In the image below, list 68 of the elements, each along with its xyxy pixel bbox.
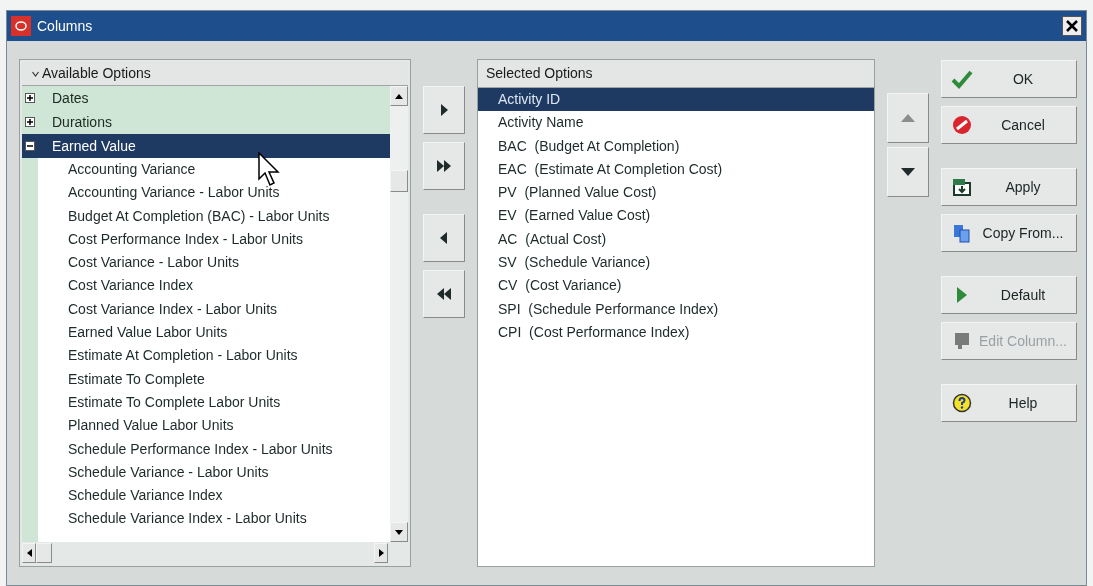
list-item[interactable]: SV (Schedule Variance) bbox=[478, 251, 874, 275]
window-title: Columns bbox=[37, 16, 94, 36]
tree-item[interactable]: Estimate To Complete bbox=[68, 367, 333, 391]
dialog-button[interactable]: Copy From... bbox=[941, 214, 1077, 252]
double-right-icon bbox=[435, 157, 453, 175]
tree-item[interactable]: Cost Variance - Labor Units bbox=[68, 251, 333, 275]
list-item[interactable]: CPI (Cost Performance Index) bbox=[478, 320, 874, 345]
tree-item[interactable]: Accounting Variance bbox=[68, 158, 333, 182]
tree-group-row[interactable]: Dates bbox=[22, 86, 390, 110]
collapse-icon[interactable] bbox=[25, 141, 35, 151]
dialog-button[interactable]: Help bbox=[941, 384, 1077, 422]
list-item[interactable]: EAC (Estimate At Completion Cost) bbox=[478, 157, 874, 182]
window-icon bbox=[952, 177, 972, 197]
no-entry-icon bbox=[952, 115, 972, 135]
dialog-button[interactable]: Default bbox=[941, 276, 1077, 314]
panel-header: Selected Options bbox=[486, 64, 593, 83]
help-icon bbox=[952, 393, 972, 413]
list-item[interactable]: CV (Cost Variance) bbox=[478, 274, 874, 298]
app-logo-icon bbox=[11, 16, 31, 36]
tree-item[interactable]: Budget At Completion (BAC) - Labor Units bbox=[68, 204, 333, 228]
tree-item[interactable]: Planned Value Labor Units bbox=[68, 414, 333, 438]
scroll-up-icon bbox=[395, 93, 403, 99]
list-item[interactable]: Activity ID bbox=[478, 88, 874, 112]
tree-item[interactable]: Cost Performance Index - Labor Units bbox=[68, 227, 333, 252]
dialog-button[interactable]: Apply bbox=[941, 168, 1077, 206]
tree-item[interactable]: Estimate At Completion - Labor Units bbox=[68, 344, 333, 368]
panel-header[interactable]: Available Options bbox=[42, 63, 151, 84]
list-item[interactable]: Activity Name bbox=[478, 111, 874, 135]
list-item[interactable]: EV (Earned Value Cost) bbox=[478, 204, 874, 228]
list-item[interactable]: AC (Actual Cost) bbox=[478, 227, 874, 252]
close-icon bbox=[1066, 20, 1078, 32]
tree-item[interactable]: Earned Value Labor Units bbox=[68, 321, 333, 345]
move-down-button[interactable] bbox=[887, 147, 929, 197]
list-item[interactable]: BAC (Budget At Completion) bbox=[478, 134, 874, 158]
scroll-left-icon bbox=[26, 549, 32, 557]
tree-item[interactable]: Schedule Performance Index - Labor Units bbox=[68, 437, 333, 461]
move-button[interactable] bbox=[423, 270, 465, 318]
list-item[interactable]: SPI (Schedule Performance Index) bbox=[478, 297, 874, 321]
tree-item[interactable]: Schedule Variance Index bbox=[68, 484, 333, 508]
list-item[interactable]: PV (Planned Value Cost) bbox=[478, 181, 874, 205]
scroll-down-icon bbox=[395, 529, 403, 535]
move-button[interactable] bbox=[423, 142, 465, 190]
tree-item[interactable]: Accounting Variance - Labor Units bbox=[68, 181, 333, 205]
copy-icon bbox=[952, 223, 972, 243]
vertical-scrollbar[interactable] bbox=[390, 86, 408, 542]
tree-item[interactable]: Schedule Variance - Labor Units bbox=[68, 460, 333, 485]
chevron-down-icon[interactable] bbox=[32, 70, 39, 77]
play-icon bbox=[955, 285, 969, 305]
expand-icon[interactable] bbox=[25, 117, 35, 127]
scroll-thumb[interactable] bbox=[390, 170, 408, 192]
mouse-cursor-icon bbox=[258, 152, 282, 188]
dialog-button[interactable]: OK bbox=[941, 60, 1077, 98]
tree-group-row[interactable]: Durations bbox=[22, 110, 390, 134]
scroll-thumb[interactable] bbox=[36, 543, 52, 563]
monitor-icon bbox=[952, 331, 972, 351]
tree-item[interactable]: Cost Variance Index bbox=[68, 274, 333, 298]
tree-item[interactable]: Estimate To Complete Labor Units bbox=[68, 390, 333, 415]
double-left-icon bbox=[435, 285, 453, 303]
checkmark-icon bbox=[951, 69, 973, 89]
tree-item[interactable]: Cost Variance Index - Labor Units bbox=[68, 297, 333, 322]
down-triangle-icon bbox=[901, 168, 915, 176]
tree-item[interactable]: Schedule Variance Index - Labor Units bbox=[68, 507, 333, 531]
expand-icon[interactable] bbox=[25, 93, 35, 103]
up-triangle-icon bbox=[901, 114, 915, 122]
close-button[interactable] bbox=[1062, 16, 1082, 36]
tree-group-row[interactable]: Earned Value bbox=[22, 134, 390, 158]
dialog-button[interactable]: Cancel bbox=[941, 106, 1077, 144]
scroll-right-icon bbox=[378, 549, 384, 557]
